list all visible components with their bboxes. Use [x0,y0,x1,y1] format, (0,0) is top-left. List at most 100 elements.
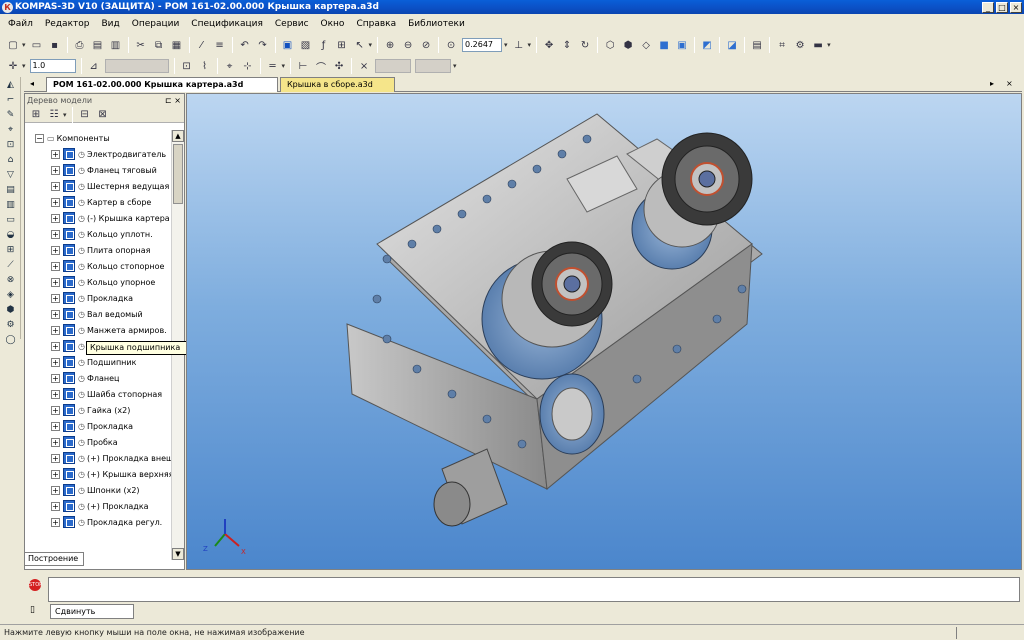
parameters-icon[interactable]: ⚙ [792,37,808,53]
tab-crankcase-cover[interactable]: POM 161-02.00.000 Крышка картера.a3d [46,77,278,92]
save-icon[interactable]: ▪ [47,37,63,53]
hidden-lines-icon[interactable]: ⬢ [620,37,636,53]
expand-icon[interactable]: + [51,453,60,463]
expand-icon[interactable]: + [51,501,60,511]
tree-order-icon[interactable]: ⊞ [28,107,44,123]
expand-icon[interactable]: + [51,517,60,527]
toolbar-overflow-icon[interactable]: ▾ [827,41,831,49]
measure-icon[interactable]: ⊞ [334,37,350,53]
tree-item[interactable]: + ◷ Кольцо стопорное [25,258,172,274]
minimize-button[interactable]: _ [982,1,994,13]
wireframe-icon[interactable]: ⬡ [602,37,618,53]
zoom-scale-field[interactable]: 0.2647 [462,38,503,52]
tree-item[interactable]: + ◷ Шестерня ведущая [25,178,172,194]
tree-relations-icon[interactable]: ⊟ [77,107,93,123]
aux-geometry-icon[interactable]: ⟋ [2,258,19,272]
reports-icon[interactable]: ▥ [2,198,19,212]
line-style-icon[interactable]: ═ [265,58,281,74]
expand-icon[interactable]: + [51,373,60,383]
dimensions-icon[interactable]: ⌐ [2,93,19,107]
cut-icon[interactable]: ✂ [133,37,149,53]
scroll-thumb[interactable] [173,144,183,204]
property-tab-move[interactable]: Сдвинуть [50,604,134,619]
fragment-icon[interactable]: ⊡ [179,58,195,74]
ortho-icon[interactable]: ⊢ [295,58,311,74]
bookmark-icon[interactable]: ▯ [30,605,35,615]
tree-item[interactable]: + ◷ Фланец [25,370,172,386]
new-document-icon[interactable]: ▢ [5,37,21,53]
snap-object-icon[interactable]: ⊹ [240,58,256,74]
tree-item[interactable]: + ◷ Подшипник [25,354,172,370]
surfaces-icon[interactable]: ◒ [2,228,19,242]
gearbox-assembly-model[interactable]: Z X [187,94,1022,570]
zoom-dynamic-icon[interactable]: ⇕ [559,37,575,53]
snap-grid-icon[interactable]: ✛ [5,58,21,74]
tree-item[interactable]: + ◷ Манжета армиров. [25,322,172,338]
tree-item[interactable]: + ◷ Пробка [25,434,172,450]
tree-item[interactable]: + ◷ Прокладка [25,418,172,434]
tree-filter-icon[interactable]: ⊠ [95,107,111,123]
tree-item[interactable]: + ◷ Картер в сборе [25,194,172,210]
orientation-icon[interactable]: ⊥ [511,37,527,53]
zoom-scale-icon[interactable]: ⊙ [443,37,459,53]
local-cs-icon[interactable]: ✣ [331,58,347,74]
menu-service[interactable]: Сервис [269,19,315,29]
tree-item[interactable]: + ◷ Прокладка [25,290,172,306]
menu-view[interactable]: Вид [95,19,125,29]
tree-item[interactable]: + ◷ Гайка (x2) [25,402,172,418]
expand-icon[interactable]: + [51,437,60,447]
tree-item[interactable]: + ◷ Кольцо упорное [25,274,172,290]
collapse-icon[interactable]: − [35,133,44,143]
list-icon[interactable]: ≡ [212,37,228,53]
expand-icon[interactable]: + [51,261,60,271]
maximize-button[interactable]: □ [996,1,1008,13]
expand-icon[interactable]: + [51,245,60,255]
menu-operations[interactable]: Операции [126,19,186,29]
tab-close-icon[interactable]: × [1006,77,1020,92]
measure-tool-icon[interactable]: ⌂ [2,153,19,167]
expand-icon[interactable]: + [51,357,60,367]
zoom-window-icon[interactable]: ⊘ [418,37,434,53]
fasteners-icon[interactable]: ⚙ [2,318,19,332]
menu-help[interactable]: Справка [350,19,402,29]
tab-scroll-left[interactable]: ◂ [24,77,44,92]
scroll-down-icon[interactable]: ▼ [172,548,184,560]
tree-item[interactable]: + ◷ Фланец тяговый [25,162,172,178]
assembly-icon[interactable]: ⬢ [2,303,19,317]
properties-icon[interactable]: ▥ [108,37,124,53]
paste-icon[interactable]: ▦ [169,37,185,53]
select-icon[interactable]: ▽ [2,168,19,182]
menu-edit[interactable]: Редактор [39,19,96,29]
scale-field[interactable]: 1.0 [29,59,76,73]
tree-item[interactable]: + ◷ Прокладка регул. [25,514,172,530]
expand-icon[interactable]: + [51,181,60,191]
expand-icon[interactable]: + [51,293,60,303]
tree-tab-build[interactable]: Построение [24,552,84,566]
variables-icon[interactable]: ▧ [298,37,314,53]
tree-item[interactable]: + ◷ (-) Крышка картера [25,210,172,226]
tree-item[interactable]: + ◷ Кольцо уплотн. [25,226,172,242]
zoom-out-icon[interactable]: ⊖ [400,37,416,53]
tree-item[interactable]: + ◷ Шайба стопорная [25,386,172,402]
expand-icon[interactable]: + [51,213,60,223]
toolbar-overflow-icon[interactable]: ▾ [369,41,373,49]
tree-item[interactable]: + ◷ Шпонки (x2) [25,482,172,498]
coordinate-system-icon[interactable]: ⌗ [774,37,790,53]
expand-icon[interactable]: + [51,309,60,319]
sheet-metal-icon[interactable]: ▭ [2,213,19,227]
stop-icon[interactable]: STOP [29,579,42,591]
tree-item[interactable]: + ◷ (+) Прокладка внеш. [25,450,172,466]
pan-icon[interactable]: ✥ [541,37,557,53]
expand-icon[interactable]: + [51,325,60,335]
tree-structure-dropdown-icon[interactable]: ▾ [63,111,67,119]
line-style-dropdown-icon[interactable]: ▾ [282,62,286,70]
menu-specification[interactable]: Спецификация [185,19,269,29]
close-button[interactable]: × [1010,1,1022,13]
scroll-up-icon[interactable]: ▲ [172,130,184,142]
zoom-in-icon[interactable]: ⊕ [382,37,398,53]
rotate-icon[interactable]: ↻ [577,37,593,53]
zoom-dropdown-icon[interactable]: ▾ [504,41,508,49]
pipes-icon[interactable]: ◯ [2,333,19,347]
tree-root-row[interactable]: − ▭ Компоненты [25,130,172,146]
menu-window[interactable]: Окно [315,19,351,29]
